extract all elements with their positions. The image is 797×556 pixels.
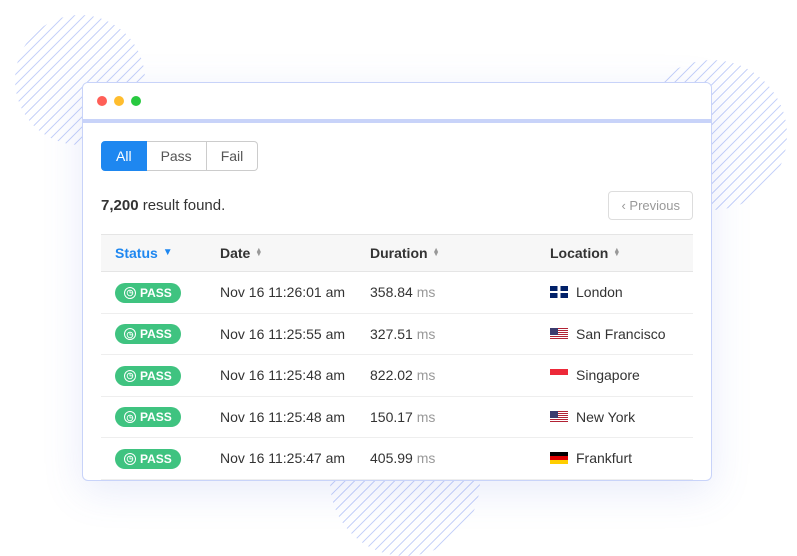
duration-unit: ms bbox=[417, 367, 436, 383]
date-cell: Nov 16 11:25:55 am bbox=[220, 326, 370, 342]
status-cell: ◷ PASS bbox=[115, 282, 220, 303]
location-cell: London bbox=[550, 284, 679, 300]
clock-icon: ◷ bbox=[124, 287, 136, 299]
column-duration-label: Duration bbox=[370, 245, 428, 261]
status-text: PASS bbox=[140, 286, 172, 300]
flag-icon bbox=[550, 286, 568, 298]
sort-icon: ▲▼ bbox=[433, 249, 440, 257]
table-row[interactable]: ◷ PASS Nov 16 11:25:55 am327.51 ms San Fran… bbox=[101, 314, 693, 356]
tab-fail[interactable]: Fail bbox=[207, 141, 259, 171]
location-text: Singapore bbox=[576, 367, 640, 383]
date-cell: Nov 16 11:25:48 am bbox=[220, 409, 370, 425]
sort-down-icon: ▼ bbox=[163, 248, 173, 258]
location-text: Frankfurt bbox=[576, 450, 632, 466]
location-cell: New York bbox=[550, 409, 679, 425]
results-header: 7,200 result found. ‹ Previous bbox=[101, 191, 693, 220]
flag-icon bbox=[550, 328, 568, 340]
column-status-label: Status bbox=[115, 245, 158, 261]
duration-cell: 327.51 ms bbox=[370, 326, 550, 342]
status-cell: ◷ PASS bbox=[115, 324, 220, 345]
location-cell: Singapore bbox=[550, 367, 679, 383]
window-maximize-icon[interactable] bbox=[131, 96, 141, 106]
clock-icon: ◷ bbox=[124, 328, 136, 340]
column-duration[interactable]: Duration ▲▼ bbox=[370, 245, 550, 261]
content-area: All Pass Fail 7,200 result found. ‹ Prev… bbox=[83, 123, 711, 480]
table-row[interactable]: ◷ PASS Nov 16 11:25:48 am150.17 ms New York bbox=[101, 397, 693, 439]
duration-cell: 405.99 ms bbox=[370, 450, 550, 466]
column-date[interactable]: Date ▲▼ bbox=[220, 245, 370, 261]
tab-all[interactable]: All bbox=[101, 141, 147, 171]
status-text: PASS bbox=[140, 369, 172, 383]
status-badge: ◷ PASS bbox=[115, 283, 181, 303]
status-badge: ◷ PASS bbox=[115, 407, 181, 427]
sort-icon: ▲▼ bbox=[255, 249, 262, 257]
column-status[interactable]: Status ▼ bbox=[115, 245, 220, 261]
result-count-suffix: result found. bbox=[139, 197, 226, 214]
flag-icon bbox=[550, 452, 568, 464]
clock-icon: ◷ bbox=[124, 370, 136, 382]
results-table: Status ▼ Date ▲▼ Duration ▲▼ Location ▲▼… bbox=[101, 234, 693, 480]
status-badge: ◷ PASS bbox=[115, 449, 181, 469]
location-cell: Frankfurt bbox=[550, 450, 679, 466]
clock-icon: ◷ bbox=[124, 411, 136, 423]
status-cell: ◷ PASS bbox=[115, 407, 220, 428]
flag-icon bbox=[550, 411, 568, 423]
duration-cell: 358.84 ms bbox=[370, 284, 550, 300]
duration-unit: ms bbox=[417, 284, 436, 300]
table-row[interactable]: ◷ PASS Nov 16 11:25:48 am822.02 ms Singapor… bbox=[101, 355, 693, 397]
filter-tabs: All Pass Fail bbox=[101, 141, 693, 171]
table-body: ◷ PASS Nov 16 11:26:01 am358.84 ms London ◷ P… bbox=[101, 272, 693, 480]
app-window: All Pass Fail 7,200 result found. ‹ Prev… bbox=[82, 82, 712, 481]
location-text: San Francisco bbox=[576, 326, 665, 342]
location-text: London bbox=[576, 284, 623, 300]
result-count-number: 7,200 bbox=[101, 197, 139, 214]
date-cell: Nov 16 11:25:48 am bbox=[220, 367, 370, 383]
date-cell: Nov 16 11:25:47 am bbox=[220, 450, 370, 466]
duration-unit: ms bbox=[417, 450, 436, 466]
status-badge: ◷ PASS bbox=[115, 366, 181, 386]
status-text: PASS bbox=[140, 410, 172, 424]
table-header: Status ▼ Date ▲▼ Duration ▲▼ Location ▲▼ bbox=[101, 234, 693, 272]
date-cell: Nov 16 11:26:01 am bbox=[220, 284, 370, 300]
table-row[interactable]: ◷ PASS Nov 16 11:26:01 am358.84 ms London bbox=[101, 272, 693, 314]
column-location[interactable]: Location ▲▼ bbox=[550, 245, 679, 261]
previous-button[interactable]: ‹ Previous bbox=[608, 191, 693, 220]
column-location-label: Location bbox=[550, 245, 608, 261]
window-minimize-icon[interactable] bbox=[114, 96, 124, 106]
status-cell: ◷ PASS bbox=[115, 448, 220, 469]
clock-icon: ◷ bbox=[124, 453, 136, 465]
status-text: PASS bbox=[140, 327, 172, 341]
status-badge: ◷ PASS bbox=[115, 324, 181, 344]
location-text: New York bbox=[576, 409, 635, 425]
table-row[interactable]: ◷ PASS Nov 16 11:25:47 am405.99 ms Frankfur… bbox=[101, 438, 693, 480]
window-close-icon[interactable] bbox=[97, 96, 107, 106]
status-cell: ◷ PASS bbox=[115, 365, 220, 386]
tab-pass[interactable]: Pass bbox=[147, 141, 207, 171]
duration-cell: 150.17 ms bbox=[370, 409, 550, 425]
status-text: PASS bbox=[140, 452, 172, 466]
location-cell: San Francisco bbox=[550, 326, 679, 342]
window-titlebar bbox=[83, 83, 711, 123]
duration-cell: 822.02 ms bbox=[370, 367, 550, 383]
column-date-label: Date bbox=[220, 245, 250, 261]
duration-unit: ms bbox=[417, 409, 436, 425]
duration-unit: ms bbox=[417, 326, 436, 342]
sort-icon: ▲▼ bbox=[613, 249, 620, 257]
result-count-text: 7,200 result found. bbox=[101, 197, 225, 214]
flag-icon bbox=[550, 369, 568, 381]
